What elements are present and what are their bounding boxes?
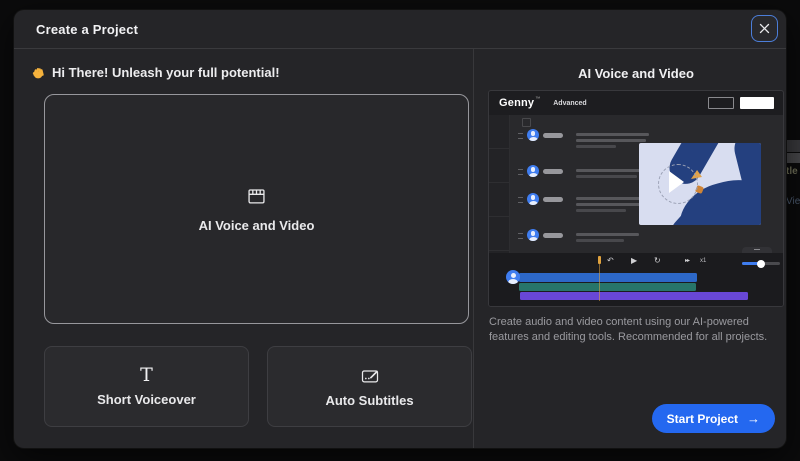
preview-editor-body [489, 115, 783, 253]
modal-header: Create a Project [14, 10, 786, 49]
speaker-name-pill [543, 232, 563, 238]
genny-logo: Genny [499, 97, 535, 109]
panel-collapse-handle [742, 247, 772, 253]
script-row [518, 129, 649, 148]
close-icon [759, 23, 770, 34]
music-track [519, 283, 696, 291]
preview-white-button [740, 97, 774, 109]
background-text-fragment: Vie [786, 196, 800, 207]
loop-icon: ↻ [654, 256, 661, 265]
playback-speed-label: x1 [700, 258, 707, 264]
waving-hand-icon [32, 68, 44, 79]
volume-slider [742, 259, 780, 268]
speaker-name-pill [543, 168, 563, 174]
auto-subtitles-card[interactable]: Auto Subtitles [267, 346, 472, 427]
speaker-name-pill [543, 132, 563, 138]
create-project-modal: Create a Project Hi There! Unleash your … [14, 10, 786, 448]
drag-handle-icon [518, 233, 523, 239]
video-preview [639, 143, 761, 225]
short-voiceover-label: Short Voiceover [97, 392, 196, 407]
plan-label: Advanced [553, 99, 587, 107]
greeting-text: Hi There! Unleash your full potential! [52, 65, 280, 80]
start-project-label: Start Project [666, 411, 738, 426]
project-type-panel: Hi There! Unleash your full potential! A… [14, 49, 473, 448]
ai-voice-video-card[interactable]: AI Voice and Video [44, 94, 469, 324]
speaker-avatar [527, 193, 539, 205]
secondary-card-row: T Short Voiceover Auto Subtitles [44, 346, 472, 427]
subtitles-edit-icon [361, 369, 378, 382]
speaker-avatar [527, 129, 539, 141]
script-row [518, 165, 649, 178]
text-placeholder-bars [576, 233, 639, 242]
timeline-speaker-avatar [506, 270, 520, 284]
background-text-fragment: tle [786, 166, 798, 177]
auto-subtitles-label: Auto Subtitles [325, 392, 414, 408]
playhead [598, 256, 601, 301]
script-row [518, 229, 639, 242]
drag-handle-icon [518, 169, 523, 175]
preview-toolbar-icon [522, 118, 531, 127]
start-project-button[interactable]: Start Project → [651, 404, 775, 433]
serif-T-icon: T [140, 364, 153, 386]
preview-timeline-area: ↶ ▶ ↻ ▸▸ x1 [489, 247, 783, 306]
volume-slider-knob [757, 259, 765, 268]
ai-voice-video-label: AI Voice and Video [198, 217, 315, 233]
project-details-panel: AI Voice and Video Genny ™ Advanced ↶ ▶ … [473, 49, 786, 448]
play-icon [669, 171, 684, 193]
drag-handle-icon [518, 197, 523, 203]
project-description: Create audio and video content using our… [489, 316, 768, 343]
trademark-mark: ™ [535, 96, 541, 102]
script-row [518, 193, 649, 212]
detail-heading: AI Voice and Video [578, 66, 694, 81]
modal-title: Create a Project [36, 21, 139, 37]
preview-outlined-button [708, 97, 734, 109]
genny-app-preview-image: Genny ™ Advanced ↶ ▶ ↻ ▸▸ x1 [488, 90, 784, 307]
voice-track [519, 273, 697, 282]
video-track [520, 292, 748, 300]
speaker-avatar [527, 165, 539, 177]
speaker-name-pill [543, 196, 563, 202]
modal-body: Hi There! Unleash your full potential! A… [14, 49, 786, 448]
greeting: Hi There! Unleash your full potential! [31, 65, 473, 80]
undo-icon: ↶ [607, 256, 614, 265]
short-voiceover-card[interactable]: T Short Voiceover [44, 346, 249, 427]
drag-handle-icon [518, 133, 523, 139]
arrow-right-icon: → [747, 411, 760, 426]
play-icon: ▶ [631, 256, 638, 265]
close-button[interactable] [751, 15, 778, 42]
preview-sidebar [489, 115, 510, 253]
speaker-avatar [527, 229, 539, 241]
preview-header: Genny ™ Advanced [489, 91, 783, 115]
fast-forward-icon: ▸▸ [685, 258, 690, 264]
clapperboard-icon [248, 188, 265, 204]
